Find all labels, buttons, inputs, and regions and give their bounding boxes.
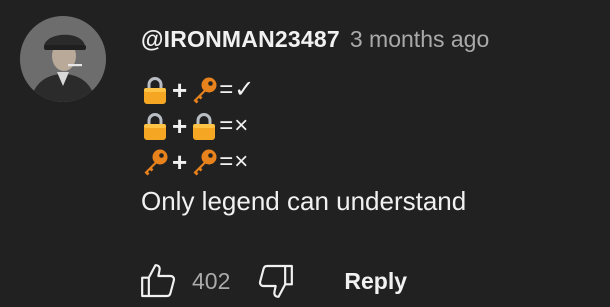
comment-text: Only legend can understand	[141, 186, 467, 216]
key-icon	[190, 147, 218, 177]
emoji-line-2: + = ×	[141, 108, 581, 144]
comment-actions: 402 Reply	[136, 258, 407, 304]
cross-mark: ×	[234, 148, 249, 175]
key-icon	[141, 147, 169, 177]
lock-icon	[190, 111, 218, 141]
lock-icon	[141, 111, 169, 141]
like-count: 402	[192, 267, 231, 294]
emoji-line-3: + = ×	[141, 144, 581, 180]
plus-sign: +	[172, 147, 188, 177]
dislike-button[interactable]	[254, 259, 298, 303]
comment-timestamp[interactable]: 3 months ago	[350, 26, 489, 53]
thumbs-down-icon	[259, 264, 294, 298]
equals-sign: =	[219, 112, 234, 139]
like-button[interactable]	[136, 259, 180, 303]
comment-header: @IRONMAN23487 3 months ago	[141, 26, 489, 56]
equals-sign: =	[219, 148, 234, 175]
comment-body: + = ✓ + = × + = × Only legend can unders…	[141, 72, 581, 218]
check-mark: ✓	[234, 76, 255, 103]
plus-sign: +	[172, 111, 188, 141]
emoji-line-1: + = ✓	[141, 72, 581, 108]
thumbs-up-icon	[141, 264, 176, 298]
author-name[interactable]: @IRONMAN23487	[141, 26, 340, 53]
lock-icon	[141, 75, 169, 105]
plus-sign: +	[172, 75, 188, 105]
comment-thread: @IRONMAN23487 3 months ago + = ✓ + = × +…	[0, 0, 610, 307]
equals-sign: =	[219, 76, 234, 103]
avatar[interactable]	[20, 16, 106, 102]
reply-button[interactable]: Reply	[344, 268, 407, 295]
cross-mark: ×	[234, 112, 249, 139]
key-icon	[190, 75, 218, 105]
avatar-image	[20, 16, 106, 102]
